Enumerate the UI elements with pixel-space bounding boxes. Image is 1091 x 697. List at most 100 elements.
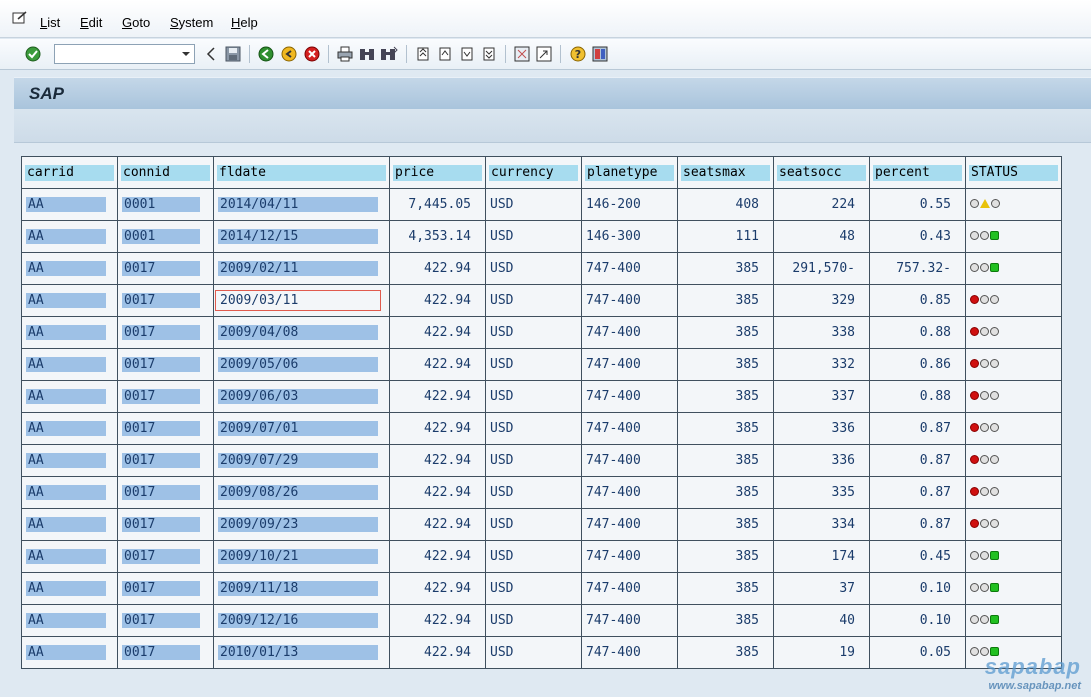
cell-seatsmax[interactable]: 111	[677, 220, 774, 253]
table-row[interactable]: AA 0017 2009/05/06 422.94 USD 747-400 385 332 0.…	[21, 348, 1062, 381]
cell-carrid[interactable]: AA	[21, 636, 118, 669]
cell-planetype[interactable]: 747-400	[581, 508, 678, 541]
customize-layout-icon[interactable]	[591, 45, 609, 63]
cell-price[interactable]: 422.94	[389, 604, 486, 637]
first-page-icon[interactable]	[414, 45, 432, 63]
cell-price[interactable]: 422.94	[389, 444, 486, 477]
cell-fldate[interactable]: 2014/04/11	[213, 188, 390, 221]
next-page-icon[interactable]	[458, 45, 476, 63]
table-row[interactable]: AA 0001 2014/04/11 7,445.05 USD 146-200 408 224…	[21, 188, 1062, 221]
table-row[interactable]: AA 0017 2009/09/23 422.94 USD 747-400 385 334 0.…	[21, 508, 1062, 541]
create-session-icon[interactable]	[513, 45, 531, 63]
cell-planetype[interactable]: 747-400	[581, 444, 678, 477]
cell-fldate[interactable]: 2009/12/16	[213, 604, 390, 637]
cell-seatsocc[interactable]: 336	[773, 444, 870, 477]
cell-planetype[interactable]: 747-400	[581, 540, 678, 573]
menu-edit[interactable]: Edit	[80, 15, 102, 30]
cell-price[interactable]: 422.94	[389, 412, 486, 445]
cell-currency[interactable]: USD	[485, 444, 582, 477]
cell-status[interactable]	[965, 508, 1062, 541]
cell-seatsocc[interactable]: 48	[773, 220, 870, 253]
cell-seatsocc[interactable]: 40	[773, 604, 870, 637]
cell-seatsmax[interactable]: 385	[677, 476, 774, 509]
cell-connid[interactable]: 0017	[117, 380, 214, 413]
table-row[interactable]: AA 0017 2009/04/08 422.94 USD 747-400 385 338 0.…	[21, 316, 1062, 349]
cell-percent[interactable]: 0.55	[869, 188, 966, 221]
cell-seatsmax[interactable]: 385	[677, 348, 774, 381]
cell-seatsmax[interactable]: 385	[677, 412, 774, 445]
table-row[interactable]: AA 0001 2014/12/15 4,353.14 USD 146-300 111 48 0…	[21, 220, 1062, 253]
cell-planetype[interactable]: 747-400	[581, 380, 678, 413]
cell-connid[interactable]: 0017	[117, 348, 214, 381]
cell-connid[interactable]: 0017	[117, 604, 214, 637]
header-percent[interactable]: percent	[869, 156, 966, 189]
cell-seatsmax[interactable]: 385	[677, 508, 774, 541]
save-icon[interactable]	[224, 45, 242, 63]
cell-price[interactable]: 422.94	[389, 636, 486, 669]
cell-status[interactable]	[965, 540, 1062, 573]
cell-fldate[interactable]: 2009/04/08	[213, 316, 390, 349]
cell-price[interactable]: 422.94	[389, 284, 486, 317]
cell-seatsocc[interactable]: 334	[773, 508, 870, 541]
cell-connid[interactable]: 0017	[117, 636, 214, 669]
cell-percent[interactable]: 0.87	[869, 444, 966, 477]
menu-help[interactable]: Help	[231, 15, 258, 30]
command-field[interactable]	[54, 44, 195, 64]
exit-icon[interactable]	[280, 45, 298, 63]
cell-fldate[interactable]: 2009/09/23	[213, 508, 390, 541]
cell-percent[interactable]: 0.87	[869, 476, 966, 509]
last-page-icon[interactable]	[480, 45, 498, 63]
cell-fldate[interactable]: 2009/03/11	[213, 284, 390, 317]
cell-planetype[interactable]: 747-400	[581, 348, 678, 381]
cell-fldate[interactable]: 2009/02/11	[213, 252, 390, 285]
cell-carrid[interactable]: AA	[21, 188, 118, 221]
cancel-icon[interactable]	[303, 45, 321, 63]
cell-price[interactable]: 422.94	[389, 348, 486, 381]
header-seatsmax[interactable]: seatsmax	[677, 156, 774, 189]
cell-seatsocc[interactable]: 329	[773, 284, 870, 317]
cell-fldate[interactable]: 2009/07/01	[213, 412, 390, 445]
menu-system[interactable]: System	[170, 15, 213, 30]
cell-currency[interactable]: USD	[485, 604, 582, 637]
cell-planetype[interactable]: 747-400	[581, 284, 678, 317]
header-currency[interactable]: currency	[485, 156, 582, 189]
cell-percent[interactable]: 0.10	[869, 572, 966, 605]
cell-seatsmax[interactable]: 385	[677, 444, 774, 477]
cell-status[interactable]	[965, 380, 1062, 413]
cell-carrid[interactable]: AA	[21, 476, 118, 509]
header-fldate[interactable]: fldate	[213, 156, 390, 189]
cell-percent[interactable]: 0.88	[869, 380, 966, 413]
cell-seatsocc[interactable]: 174	[773, 540, 870, 573]
cell-status[interactable]	[965, 316, 1062, 349]
cell-currency[interactable]: USD	[485, 380, 582, 413]
cell-price[interactable]: 422.94	[389, 316, 486, 349]
cell-status[interactable]	[965, 604, 1062, 637]
cell-price[interactable]: 422.94	[389, 252, 486, 285]
table-row[interactable]: AA 0017 2009/08/26 422.94 USD 747-400 385 335 0.…	[21, 476, 1062, 509]
cell-carrid[interactable]: AA	[21, 220, 118, 253]
table-row[interactable]: AA 0017 2010/01/13 422.94 USD 747-400 385 19 0.0…	[21, 636, 1062, 669]
back-icon[interactable]	[257, 45, 275, 63]
cell-status[interactable]	[965, 220, 1062, 253]
table-row[interactable]: AA 0017 2009/03/11 422.94 USD 747-400 385 329 0.…	[21, 284, 1062, 317]
cell-seatsmax[interactable]: 385	[677, 540, 774, 573]
cell-status[interactable]	[965, 572, 1062, 605]
cell-price[interactable]: 422.94	[389, 540, 486, 573]
cell-currency[interactable]: USD	[485, 348, 582, 381]
cell-connid[interactable]: 0001	[117, 188, 214, 221]
cell-planetype[interactable]: 747-400	[581, 604, 678, 637]
cell-connid[interactable]: 0017	[117, 444, 214, 477]
table-row[interactable]: AA 0017 2009/10/21 422.94 USD 747-400 385 174 0.…	[21, 540, 1062, 573]
cell-price[interactable]: 422.94	[389, 508, 486, 541]
cell-carrid[interactable]: AA	[21, 316, 118, 349]
cell-planetype[interactable]: 747-400	[581, 572, 678, 605]
menu-goto[interactable]: Goto	[122, 15, 150, 30]
cell-connid[interactable]: 0017	[117, 252, 214, 285]
cell-seatsmax[interactable]: 385	[677, 284, 774, 317]
cell-planetype[interactable]: 146-200	[581, 188, 678, 221]
header-planetype[interactable]: planetype	[581, 156, 678, 189]
cell-connid[interactable]: 0017	[117, 508, 214, 541]
chevron-down-icon[interactable]	[180, 48, 192, 60]
table-row[interactable]: AA 0017 2009/07/29 422.94 USD 747-400 385 336 0.…	[21, 444, 1062, 477]
cell-connid[interactable]: 0017	[117, 572, 214, 605]
